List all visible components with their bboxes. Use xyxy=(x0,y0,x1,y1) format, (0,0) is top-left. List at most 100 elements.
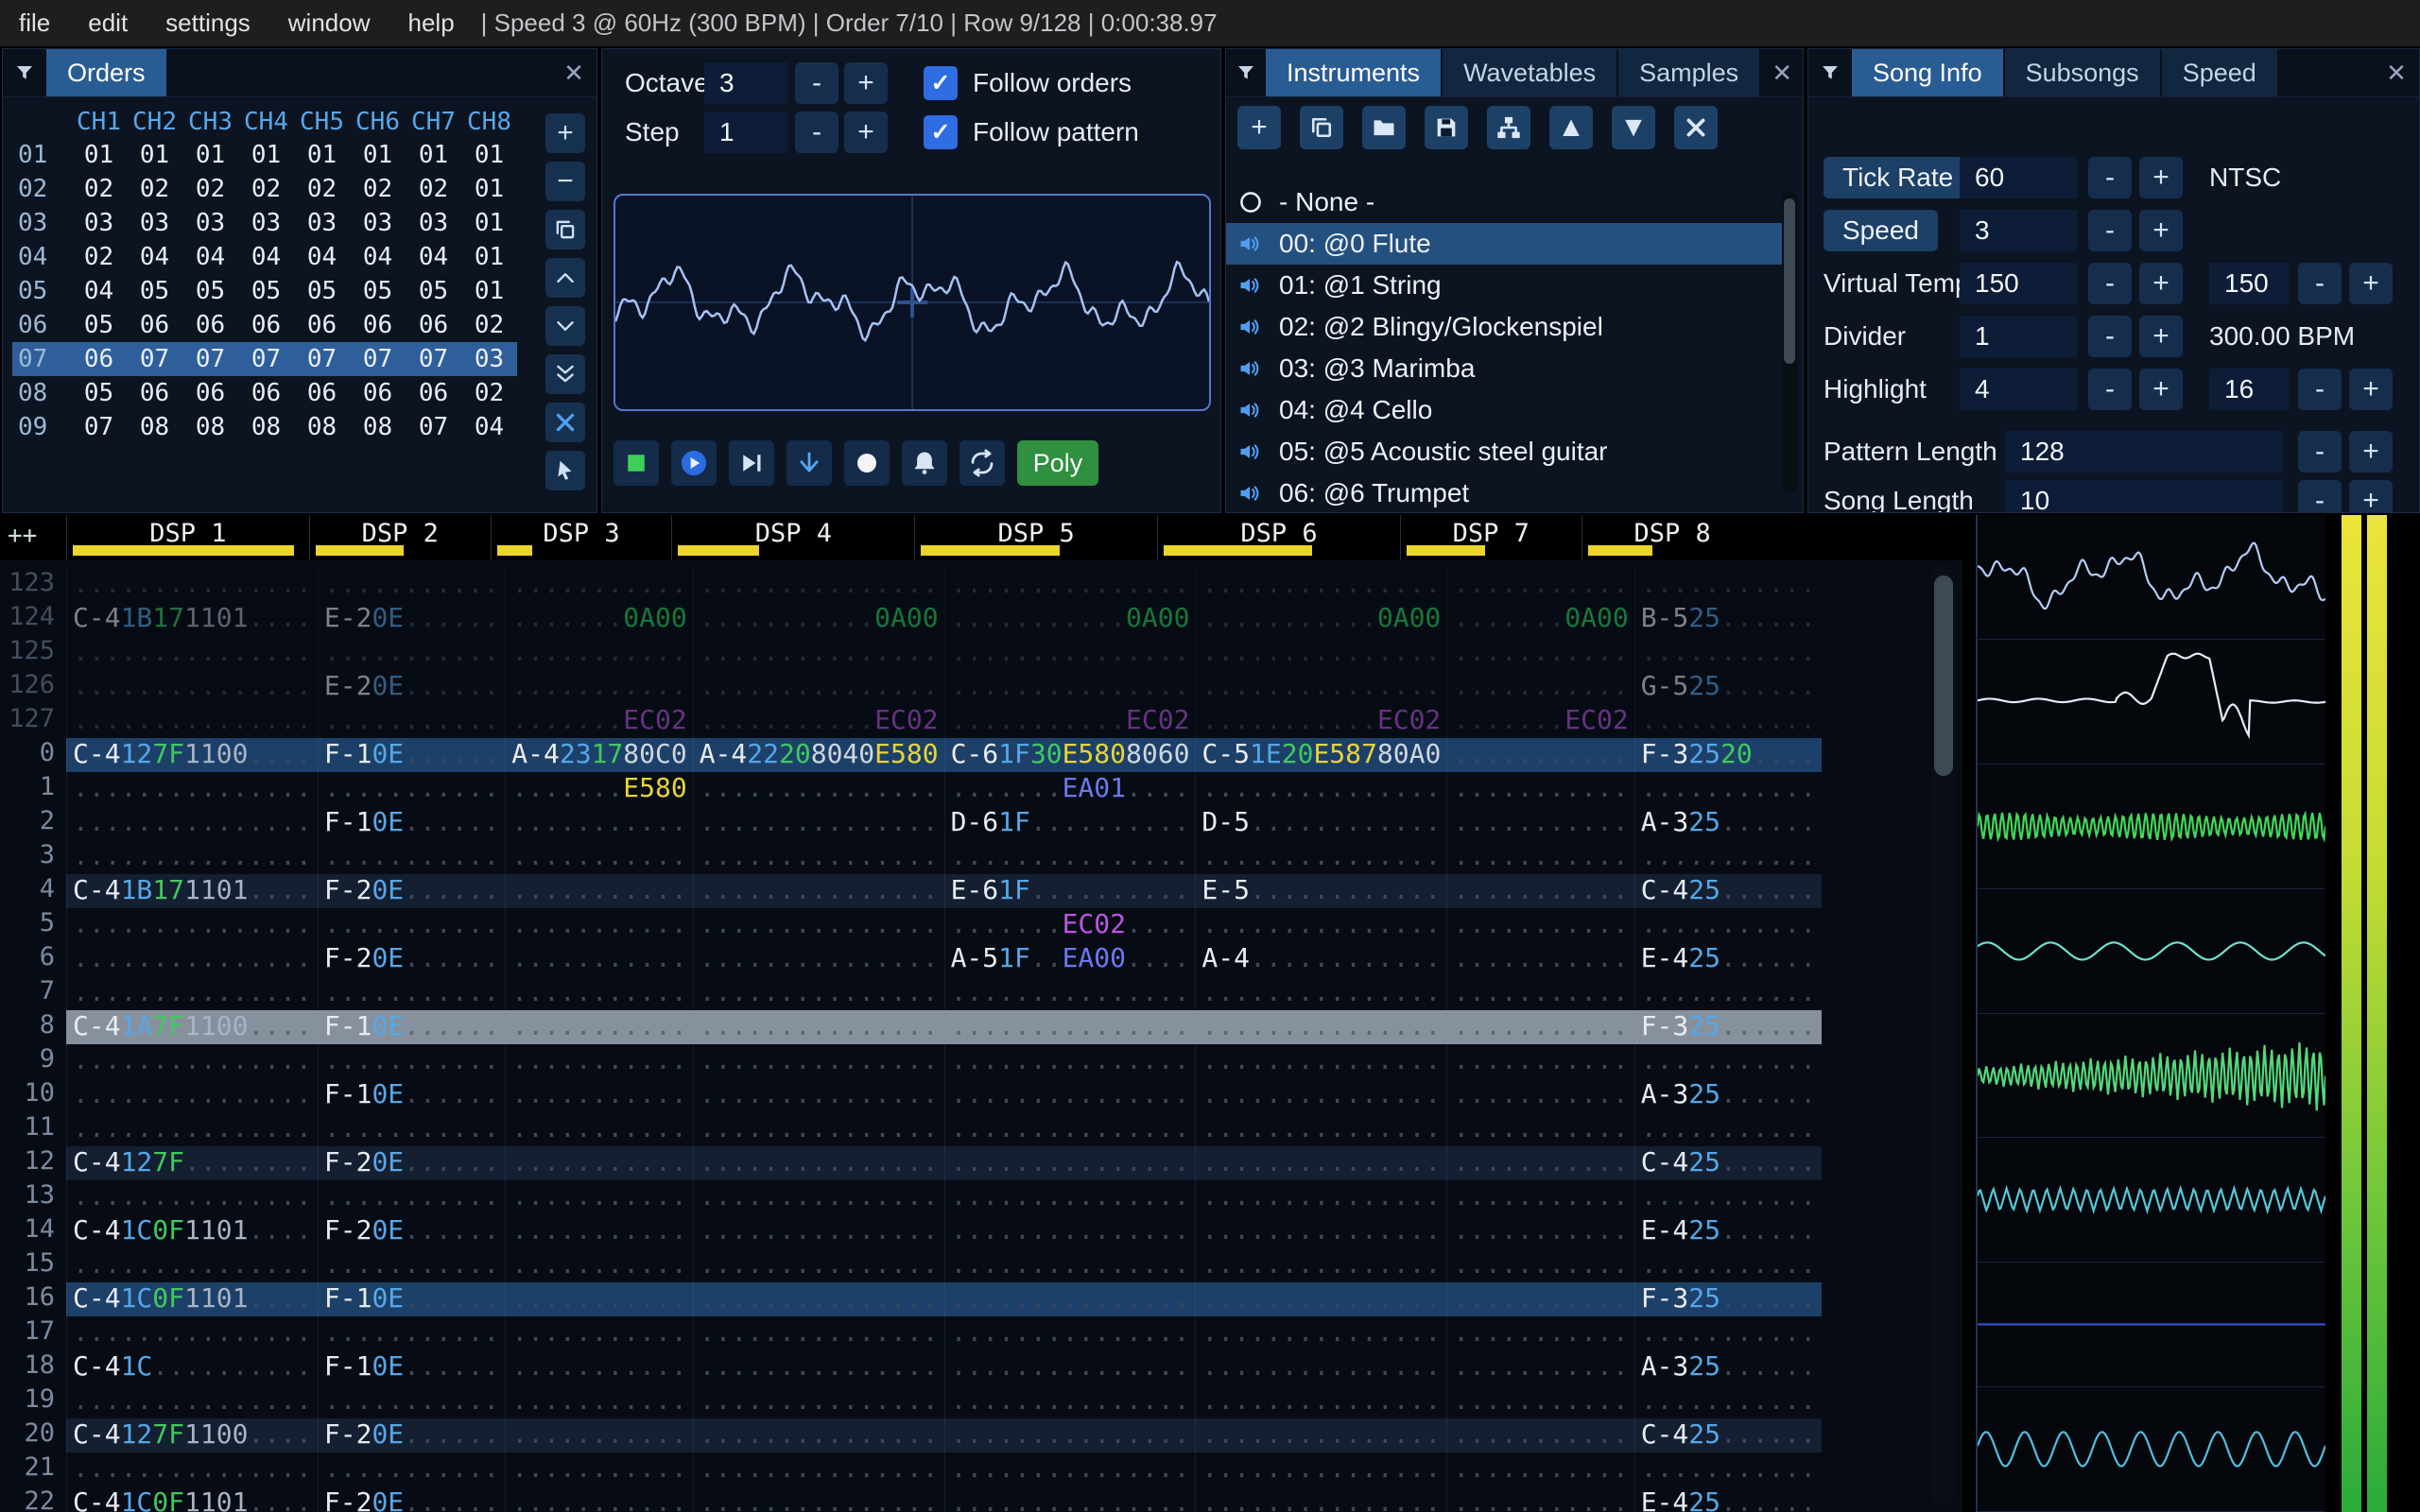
pattern-cell[interactable]: ........... xyxy=(1446,1010,1634,1044)
order-value[interactable]: 07 xyxy=(182,342,238,376)
pattern-cell[interactable]: .......EC02 xyxy=(1446,704,1634,738)
pattern-cell[interactable]: C-51E20E58780A0 xyxy=(1195,738,1447,772)
order-value[interactable]: 01 xyxy=(294,138,350,172)
open-instrument-button[interactable] xyxy=(1362,106,1406,149)
order-value[interactable]: 03 xyxy=(71,206,127,240)
highlight-first-input[interactable]: 4 xyxy=(1960,369,2077,410)
pattern-cell[interactable]: ............... xyxy=(692,1214,944,1248)
pattern-cell[interactable]: ............... xyxy=(692,670,944,704)
pattern-cell[interactable]: ...........EC02 xyxy=(692,704,944,738)
tick-rate-button[interactable]: Tick Rate xyxy=(1824,157,1973,198)
pattern-cell[interactable]: E-20E...... xyxy=(317,670,505,704)
pattern-cell[interactable]: ........... xyxy=(317,1044,505,1078)
pattern-cell[interactable]: ............... xyxy=(1195,670,1446,704)
order-value[interactable]: 05 xyxy=(294,274,350,308)
pattern-cell[interactable]: ............... xyxy=(692,976,944,1010)
pattern-cell[interactable]: ........... xyxy=(1634,1248,1822,1282)
pattern-cell[interactable]: ........... xyxy=(1446,1282,1634,1316)
order-value[interactable]: 06 xyxy=(294,308,350,342)
order-value[interactable]: 01 xyxy=(71,138,127,172)
pattern-cell[interactable]: ........... xyxy=(1446,772,1634,806)
order-value[interactable]: 08 xyxy=(182,410,238,444)
pattern-cell[interactable]: ........... xyxy=(317,636,505,670)
channel-header-dsp-6[interactable]: DSP 6 xyxy=(1157,515,1400,560)
pattern-cell[interactable]: ............... xyxy=(943,1146,1196,1180)
pattern-cell[interactable]: ............... xyxy=(943,1282,1196,1316)
pattern-cell[interactable]: ............... xyxy=(943,1316,1196,1350)
pattern-cell[interactable]: F-10E...... xyxy=(317,806,505,840)
order-value[interactable]: 01 xyxy=(461,274,517,308)
pattern-cell[interactable]: C-425...... xyxy=(1634,1418,1823,1452)
poly-button[interactable]: Poly xyxy=(1017,440,1098,486)
pattern-cell[interactable]: ........... xyxy=(1446,568,1634,602)
instrument-item[interactable]: 03: @3 Marimba xyxy=(1226,348,1784,389)
pattern-cell[interactable]: ............... xyxy=(943,1214,1196,1248)
pattern-cell[interactable]: ............... xyxy=(943,670,1196,704)
octave-plus-button[interactable]: + xyxy=(844,62,888,104)
add-instrument-button[interactable]: + xyxy=(1237,106,1281,149)
pattern-cell[interactable]: A-325...... xyxy=(1634,1078,1822,1112)
pattern-cell[interactable]: ............... xyxy=(66,840,318,874)
pattern-cell[interactable]: ........... xyxy=(317,704,505,738)
pattern-length-minus-button[interactable]: - xyxy=(2298,431,2342,472)
tick-rate-minus-button[interactable]: - xyxy=(2088,157,2132,198)
pattern-cell[interactable]: ...........0A00 xyxy=(1195,602,1446,636)
virtual-tempo-denominator-input[interactable]: 150 xyxy=(2209,263,2289,304)
order-value[interactable]: 05 xyxy=(406,274,461,308)
pattern-cell[interactable]: C-4127F1100.... xyxy=(66,1418,318,1452)
channel-header-dsp-1[interactable]: DSP 1 xyxy=(66,515,309,560)
order-value[interactable]: 08 xyxy=(350,410,406,444)
pattern-cell[interactable]: ........... xyxy=(1446,1146,1634,1180)
channel-header-dsp-5[interactable]: DSP 5 xyxy=(914,515,1157,560)
order-value[interactable]: 06 xyxy=(182,308,238,342)
order-value[interactable]: 02 xyxy=(461,308,517,342)
pattern-cell[interactable]: ........... xyxy=(505,1146,693,1180)
pattern-cell[interactable]: ........... xyxy=(317,1316,505,1350)
order-value[interactable]: 02 xyxy=(294,172,350,206)
order-value[interactable]: 05 xyxy=(71,376,127,410)
channel-header-dsp-2[interactable]: DSP 2 xyxy=(308,515,491,560)
order-value[interactable]: 06 xyxy=(127,376,182,410)
pattern-cell[interactable]: ........... xyxy=(317,976,505,1010)
pattern-cell[interactable]: ........... xyxy=(1446,840,1634,874)
pattern-cell[interactable]: F-10E...... xyxy=(317,1078,505,1112)
pattern-cell[interactable]: F-32520.... xyxy=(1634,738,1823,772)
pattern-cell[interactable]: ............... xyxy=(692,840,944,874)
pattern-cell[interactable]: ........... xyxy=(1634,908,1822,942)
order-value[interactable]: 01 xyxy=(461,172,517,206)
menu-settings[interactable]: settings xyxy=(147,9,269,38)
order-value[interactable]: 05 xyxy=(182,274,238,308)
pattern-cell[interactable]: ............... xyxy=(1195,1044,1446,1078)
order-value[interactable]: 06 xyxy=(406,308,461,342)
pattern-cell[interactable]: D-5............ xyxy=(1195,806,1446,840)
order-value[interactable]: 04 xyxy=(294,240,350,274)
pattern-cell[interactable]: ...........0A00 xyxy=(692,602,944,636)
pattern-cell[interactable]: ............... xyxy=(692,1384,944,1418)
pattern-cell[interactable]: ........... xyxy=(505,1112,692,1146)
pattern-cell[interactable]: C-41A7F1100.... xyxy=(66,1010,318,1044)
order-value[interactable]: 04 xyxy=(182,240,238,274)
pattern-cell[interactable]: ............... xyxy=(1195,1316,1446,1350)
duplicate-instrument-button[interactable] xyxy=(1300,106,1343,149)
follow-orders-checkbox[interactable]: ✓ xyxy=(924,66,958,100)
pattern-cell[interactable]: ............... xyxy=(943,636,1196,670)
pattern-cell[interactable]: ............... xyxy=(66,1078,318,1112)
pattern-cell[interactable]: ............... xyxy=(66,670,318,704)
pattern-cell[interactable]: E-61F.......... xyxy=(943,874,1196,908)
pattern-cell[interactable]: C-61F30E5808060 xyxy=(943,738,1196,772)
pattern-cell[interactable]: ............... xyxy=(1195,976,1446,1010)
song-length-plus-button[interactable]: + xyxy=(2349,480,2393,512)
pattern-cell[interactable]: ............... xyxy=(66,704,318,738)
order-value[interactable]: 04 xyxy=(461,410,517,444)
pattern-cell[interactable]: ........... xyxy=(1446,1078,1634,1112)
pattern-cell[interactable]: ........... xyxy=(1446,1350,1634,1384)
order-value[interactable]: 06 xyxy=(406,376,461,410)
highlight-first-minus-button[interactable]: - xyxy=(2088,369,2132,410)
tab-wavetables[interactable]: Wavetables xyxy=(1443,49,1617,96)
pattern-cell[interactable]: ........... xyxy=(1634,772,1822,806)
pattern-cell[interactable]: ............... xyxy=(943,1112,1196,1146)
pattern-cell[interactable]: F-325...... xyxy=(1634,1282,1823,1316)
save-instrument-button[interactable] xyxy=(1425,106,1468,149)
pattern-cell[interactable]: ............... xyxy=(692,1112,944,1146)
pattern-cell[interactable]: ........... xyxy=(505,1010,693,1044)
